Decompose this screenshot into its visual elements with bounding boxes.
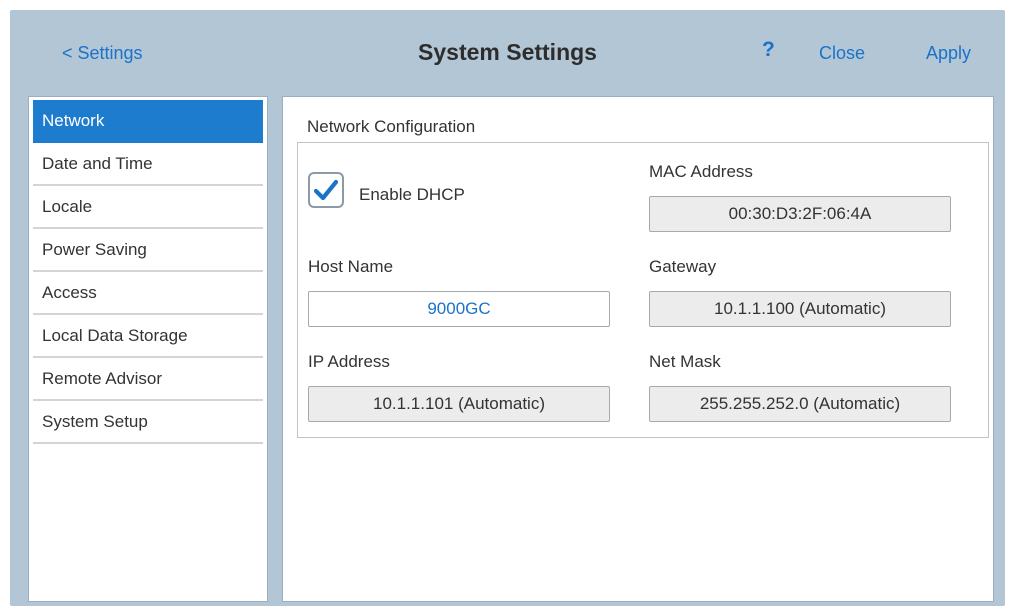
check-icon (314, 179, 338, 201)
sidebar-item-access[interactable]: Access (33, 272, 263, 315)
sidebar-item-locale[interactable]: Locale (33, 186, 263, 229)
sidebar-item-network[interactable]: Network (33, 100, 263, 143)
close-button[interactable]: Close (819, 43, 865, 64)
sidebar-item-date-and-time[interactable]: Date and Time (33, 143, 263, 186)
gateway-label: Gateway (649, 257, 717, 276)
ip-address-field: 10.1.1.101 (Automatic) (308, 386, 610, 422)
enable-dhcp-label: Enable DHCP (359, 185, 465, 204)
network-panel: Network Configuration Enable DHCP Host N… (282, 96, 994, 602)
ip-address-label: IP Address (308, 352, 390, 371)
sidebar-item-local-data-storage[interactable]: Local Data Storage (33, 315, 263, 358)
apply-button[interactable]: Apply (926, 43, 971, 64)
settings-sidebar: Network Date and Time Locale Power Savin… (28, 96, 268, 602)
mac-address-field: 00:30:D3:2F:06:4A (649, 196, 951, 232)
enable-dhcp-checkbox[interactable] (308, 172, 344, 208)
section-title: Network Configuration (307, 117, 476, 136)
host-name-label: Host Name (308, 257, 394, 276)
net-mask-field: 255.255.252.0 (Automatic) (649, 386, 951, 422)
gateway-field: 10.1.1.100 (Automatic) (649, 291, 951, 327)
sidebar-item-remote-advisor[interactable]: Remote Advisor (33, 358, 263, 401)
network-config-group: Enable DHCP Host Name 9000GC IP Address … (297, 142, 989, 438)
host-name-input[interactable]: 9000GC (308, 291, 610, 327)
net-mask-label: Net Mask (649, 352, 721, 371)
sidebar-item-system-setup[interactable]: System Setup (33, 401, 263, 444)
mac-address-label: MAC Address (649, 162, 753, 181)
settings-window: < Settings System Settings ? Close Apply… (10, 10, 1005, 606)
help-button[interactable]: ? (762, 38, 775, 62)
sidebar-item-power-saving[interactable]: Power Saving (33, 229, 263, 272)
header-bar: < Settings System Settings ? Close Apply (10, 10, 1005, 98)
